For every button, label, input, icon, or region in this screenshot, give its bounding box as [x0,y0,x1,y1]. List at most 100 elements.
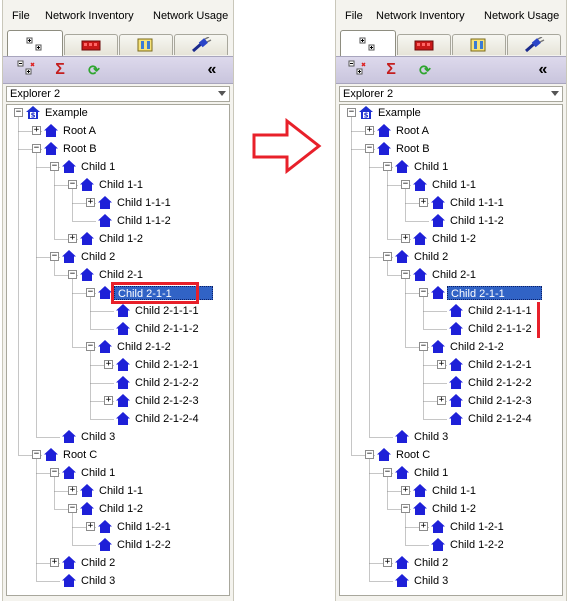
tab-tree-view[interactable] [7,30,63,56]
tree-node[interactable]: Child 3 [340,428,562,446]
expand-icon[interactable]: + [68,234,77,243]
tree-node-label[interactable]: Child 2-1-1-1 [465,304,535,318]
tree-node-label[interactable]: Root B [60,142,100,156]
tree-node[interactable]: − $ Example [340,105,562,122]
tree-node-label[interactable]: Child 1 [78,466,118,480]
tree-node-label[interactable]: Child 2-1-1-2 [465,322,535,336]
tree-node[interactable]: Child 3 [340,572,562,590]
collapse-icon[interactable]: − [347,108,356,117]
tree-node-label[interactable]: Child 2-1-2 [447,340,507,354]
tree-node[interactable]: − Root C [7,446,229,464]
expand-icon[interactable]: + [419,522,428,531]
tree-node[interactable]: + Child 1-2-1 [7,518,229,536]
tree-node-label[interactable]: Child 2-1-2-3 [465,394,535,408]
tree-node-label[interactable]: Child 1-1-1 [447,196,507,210]
expand-icon[interactable]: + [383,558,392,567]
collapse-icon[interactable]: − [383,252,392,261]
menu-file[interactable]: File [345,10,363,22]
tree-node[interactable]: − Child 1-1 [7,176,229,194]
tree-node[interactable]: + Child 2-1-2-3 [340,392,562,410]
tree-view[interactable]: − $ Example + Root A − Root B − Child 1− Child 1-… [339,104,563,596]
collapse-icon[interactable]: − [68,504,77,513]
expand-icon[interactable]: + [437,396,446,405]
tree-node[interactable]: Child 2-1-1-2 [340,320,562,338]
tree-node[interactable]: Child 2-1-2-4 [340,410,562,428]
tree-node-label[interactable]: Root C [393,448,433,462]
collapse-icon[interactable]: − [86,288,95,297]
expand-icon[interactable]: + [401,486,410,495]
refresh-button[interactable]: ⟳ [83,60,105,80]
tree-node[interactable]: − Child 2-1-1 [340,284,562,302]
tree-node-label[interactable]: Child 2-1-2-2 [465,376,535,390]
collapse-icon[interactable]: − [50,162,59,171]
tree-node[interactable]: Child 1-1-2 [340,212,562,230]
tree-node[interactable]: + Child 1-1-1 [340,194,562,212]
expand-icon[interactable]: + [365,126,374,135]
tree-node[interactable]: + Child 2-1-2-3 [7,392,229,410]
tab-device[interactable] [64,34,118,55]
tree-node[interactable]: − Child 2 [7,248,229,266]
tree-node[interactable]: − Root B [340,140,562,158]
tree-node-label[interactable]: Child 1-1 [96,178,146,192]
tree-node-label[interactable]: Child 2-1-2-3 [132,394,202,408]
tree-node-label[interactable]: Child 1 [411,160,451,174]
collapse-icon[interactable]: − [383,162,392,171]
tree-node[interactable]: Child 1-2-2 [340,536,562,554]
tree-node[interactable]: + Child 1-2-1 [340,518,562,536]
collapse-icon[interactable]: − [401,270,410,279]
expand-collapse-button[interactable] [15,60,37,80]
menu-network-inventory[interactable]: Network Inventory [376,10,465,22]
collapse-icon[interactable]: − [383,468,392,477]
tree-node[interactable]: − Child 1 [7,464,229,482]
sigma-button[interactable]: Σ [49,60,71,80]
tree-node-label[interactable]: Child 3 [411,430,451,444]
explorer-select[interactable]: Explorer 2 [6,86,230,102]
tree-node-label[interactable]: Root A [393,124,432,138]
tree-node-label[interactable]: Child 3 [78,574,118,588]
tree-node[interactable]: − Root C [340,446,562,464]
tree-node-label[interactable]: Child 1-2-2 [447,538,507,552]
tree-node-label[interactable]: Child 2-1-2-1 [132,358,202,372]
tree-node-label[interactable]: Child 2 [78,250,118,264]
tree-node-label[interactable]: Child 1-2-1 [114,520,174,534]
tree-node[interactable]: Child 3 [7,572,229,590]
tree-node-label[interactable]: Child 1-1-2 [114,214,174,228]
tree-node[interactable]: + Child 2-1-2-1 [340,356,562,374]
expand-icon[interactable]: + [401,234,410,243]
tree-node[interactable]: Child 2-1-1-1 [7,302,229,320]
menu-network-inventory[interactable]: Network Inventory [45,10,134,22]
tree-node-label[interactable]: Child 1-2-2 [114,538,174,552]
collapse-icon[interactable]: − [32,144,41,153]
collapse-icon[interactable]: − [50,468,59,477]
tree-node-label[interactable]: Child 2 [411,250,451,264]
tree-node-label[interactable]: Child 3 [411,574,451,588]
tree-node-label[interactable]: Child 1-2-1 [447,520,507,534]
tree-node-label[interactable]: Root B [393,142,433,156]
expand-icon[interactable]: + [50,558,59,567]
tree-node[interactable]: Child 2-1-2-2 [7,374,229,392]
tree-node-label[interactable]: Child 2-1 [429,268,479,282]
expand-icon[interactable]: + [437,360,446,369]
tree-node-label[interactable]: Child 2-1 [96,268,146,282]
tab-plug[interactable] [507,34,561,55]
tree-node-label[interactable]: Child 3 [78,430,118,444]
tree-node[interactable]: − Child 1-1 [340,176,562,194]
tree-node[interactable]: − Child 1-2 [7,500,229,518]
collapse-panel-button[interactable]: « [532,60,554,80]
tree-node-label[interactable]: Child 2-1-1 [447,286,542,300]
tree-node[interactable]: − Child 2 [340,248,562,266]
tree-node[interactable]: Child 2-1-1-1 [340,302,562,320]
tree-node[interactable]: − Child 1-2 [340,500,562,518]
collapse-icon[interactable]: − [86,342,95,351]
tree-node[interactable]: − Root B [7,140,229,158]
tree-node-label[interactable]: Child 2-1-1-2 [132,322,202,336]
tree-view[interactable]: − $ Example + Root A − Root B − Child 1− Child 1-… [6,104,230,596]
menu-file[interactable]: File [12,10,30,22]
tab-tools[interactable] [119,34,173,55]
expand-icon[interactable]: + [419,198,428,207]
sigma-button[interactable]: Σ [380,60,402,80]
tree-node[interactable]: − Child 1 [7,158,229,176]
tree-node[interactable]: − Child 2-1-2 [7,338,229,356]
tree-node[interactable]: + Root A [340,122,562,140]
tab-tools[interactable] [452,34,506,55]
